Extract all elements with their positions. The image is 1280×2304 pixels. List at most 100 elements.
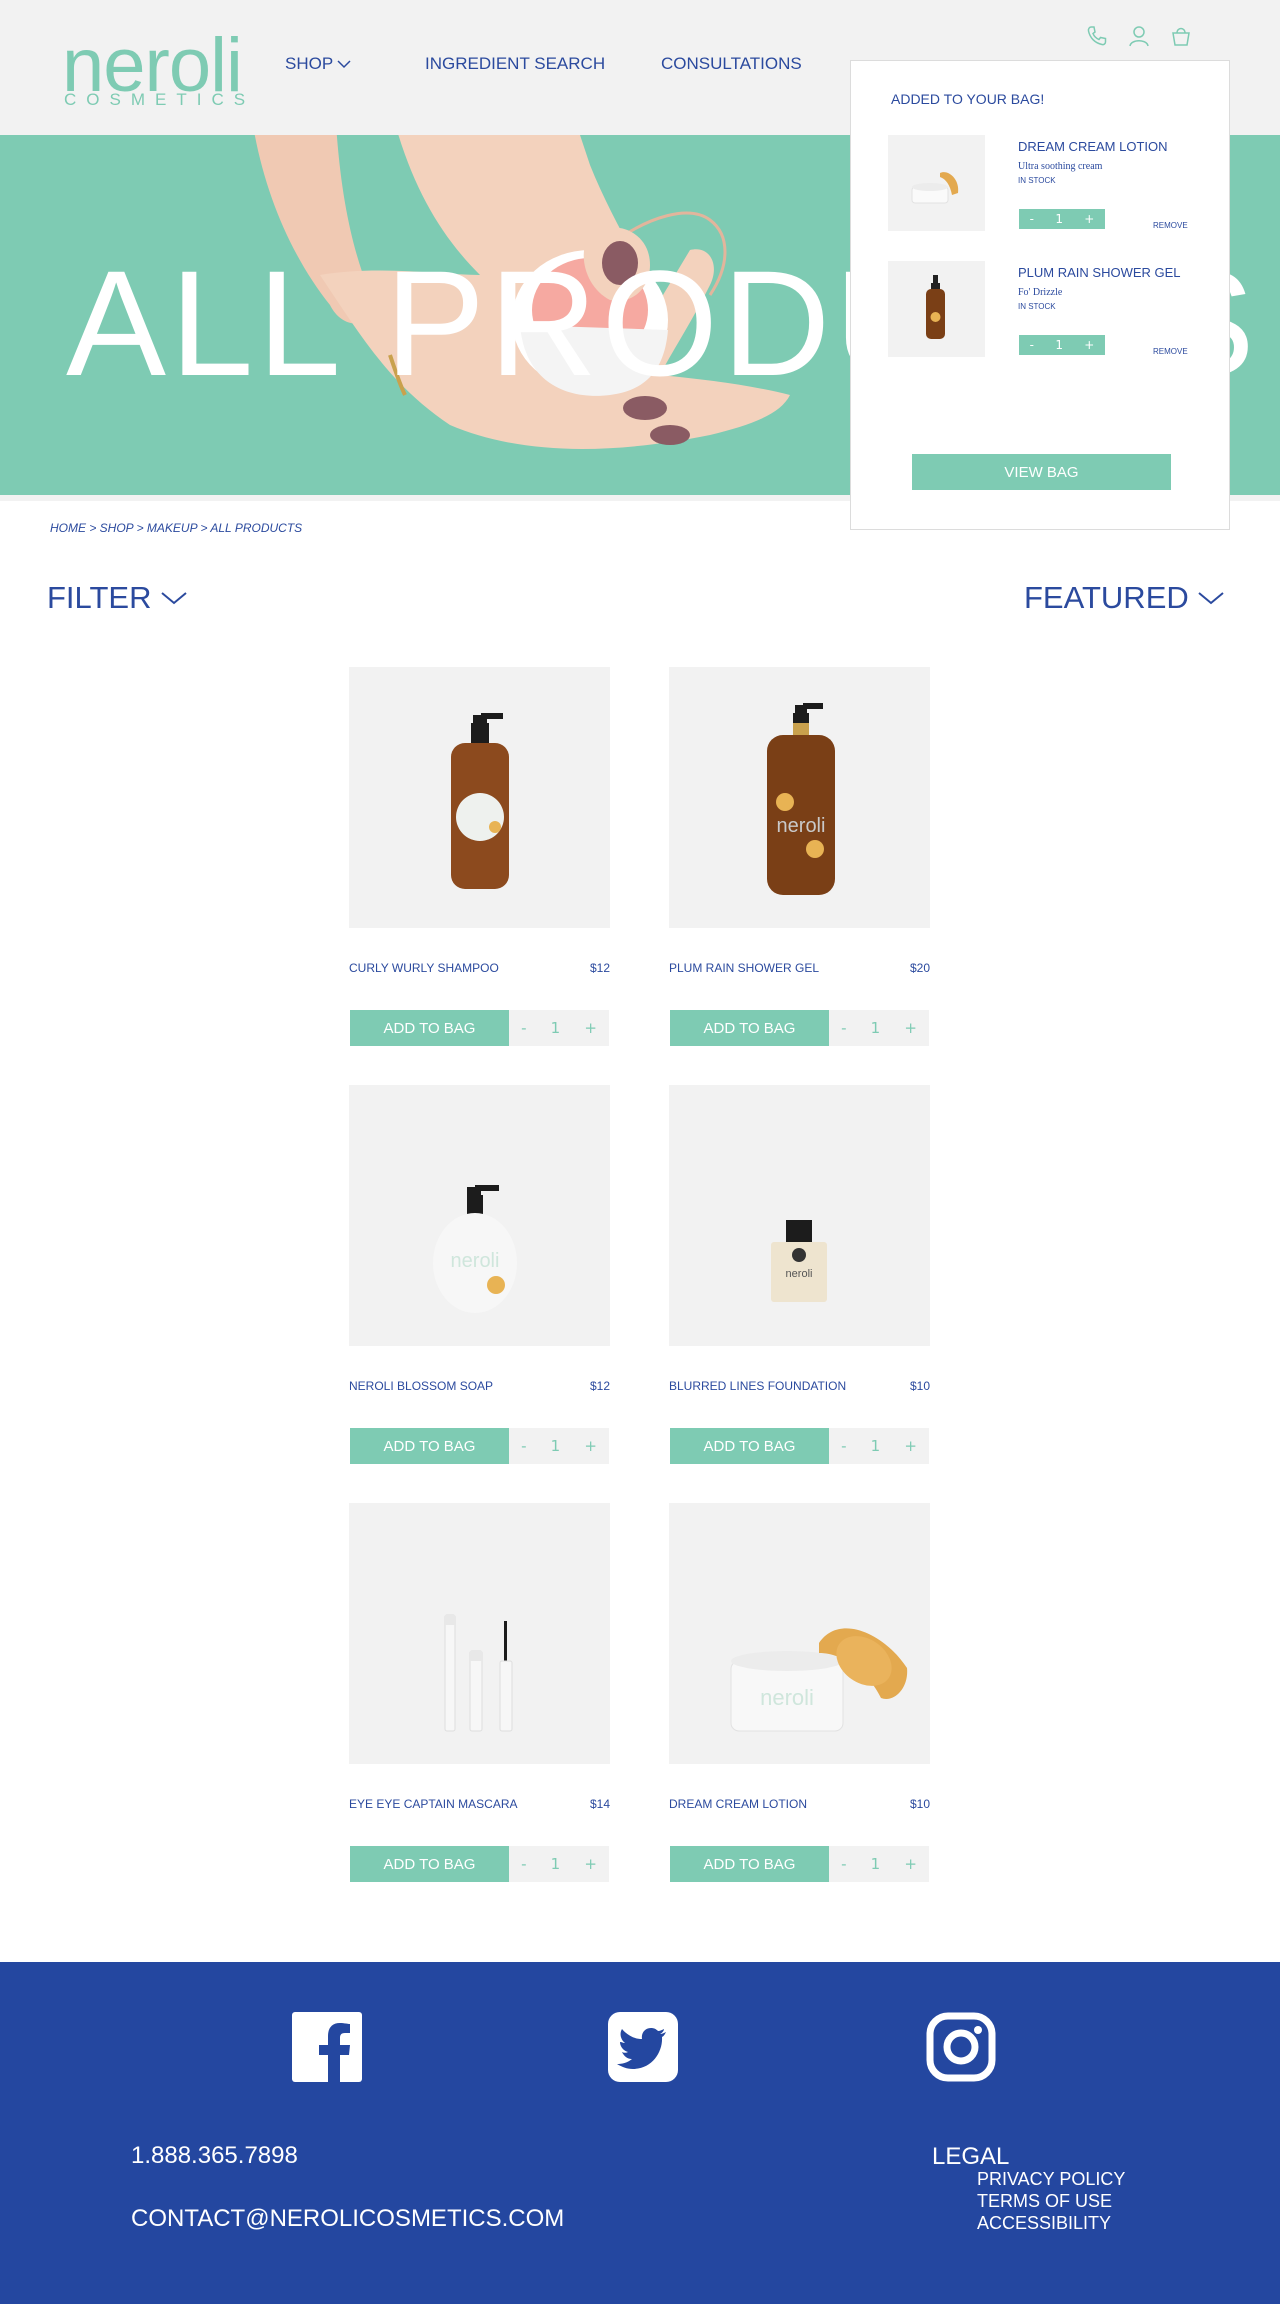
footer-email[interactable]: CONTACT@NEROLICOSMETICS.COM [131,2205,564,2233]
bag-item-description: Ultra soothing cream [1018,161,1103,172]
svg-text:neroli: neroli [451,1250,500,1272]
chevron-down-icon [160,592,187,605]
product-price: $20 [909,961,930,975]
add-to-bag-button[interactable]: ADD TO BAG [670,1010,829,1046]
qty-plus-button[interactable]: + [584,1855,597,1873]
filter-dropdown[interactable]: FILTER [47,580,188,616]
account-icon[interactable] [1127,24,1151,48]
twitter-icon[interactable] [608,2012,678,2082]
qty-plus-button[interactable]: + [584,1437,597,1455]
qty-minus-button[interactable]: - [1030,338,1034,352]
product-price: $10 [909,1379,930,1393]
nav-ingredient-search-label: INGREDIENT SEARCH [425,54,606,73]
bag-item-remove-link[interactable]: REMOVE [1153,347,1188,356]
sort-dropdown[interactable]: FEATURED [1024,580,1225,616]
qty-plus-button[interactable]: + [1084,338,1094,352]
phone-icon[interactable] [1085,24,1109,48]
qty-plus-button[interactable]: + [1084,212,1094,226]
qty-value: 1 [550,1437,561,1455]
qty-minus-button[interactable]: - [841,1437,846,1455]
qty-minus-button[interactable]: - [521,1855,526,1873]
quantity-stepper: - 1 + [509,1846,609,1882]
svg-text:neroli: neroli [760,1685,814,1710]
product-card: neroli NEROLI BLOSSOM SOAP $12 ADD TO BA… [349,1085,610,1465]
product-name[interactable]: NEROLI BLOSSOM SOAP [349,1379,493,1393]
quantity-stepper: - 1 + [829,1846,929,1882]
bag-item-name[interactable]: PLUM RAIN SHOWER GEL [1018,265,1181,280]
qty-value: 1 [550,1855,561,1873]
chevron-down-icon [1198,592,1224,605]
bag-icon[interactable] [1169,24,1193,48]
added-to-bag-popup: ADDED TO YOUR BAG! DREAM CREAM LOTION Ul… [850,60,1230,530]
product-name[interactable]: DREAM CREAM LOTION [669,1797,807,1811]
qty-minus-button[interactable]: - [841,1855,846,1873]
qty-plus-button[interactable]: + [584,1019,597,1037]
nav-shop[interactable]: SHOP [285,54,351,74]
bag-item-description: Fo' Drizzle [1018,287,1063,298]
add-to-bag-button[interactable]: ADD TO BAG [670,1846,829,1882]
product-name[interactable]: CURLY WURLY SHAMPOO [349,961,499,975]
view-bag-button[interactable]: VIEW BAG [912,454,1171,490]
nav-consultations-label: CONSULTATIONS [661,54,802,73]
product-image[interactable]: neroli [669,1503,930,1764]
product-image[interactable] [349,1503,610,1764]
svg-text:neroli: neroli [777,815,826,837]
facebook-icon[interactable] [292,2012,362,2082]
qty-minus-button[interactable]: - [521,1019,526,1037]
site-footer: 1.888.365.7898 CONTACT@NEROLICOSMETICS.C… [0,1962,1280,2304]
bag-item: DREAM CREAM LOTION Ultra soothing cream … [888,135,1208,235]
product-name[interactable]: PLUM RAIN SHOWER GEL [669,961,819,975]
terms-of-use-link[interactable]: TERMS OF USE [977,2190,1125,2212]
product-image[interactable]: neroli [669,667,930,928]
add-to-bag-button[interactable]: ADD TO BAG [670,1428,829,1464]
bag-item-name[interactable]: DREAM CREAM LOTION [1018,139,1168,154]
bag-popup-title: ADDED TO YOUR BAG! [891,91,1045,107]
product-name[interactable]: EYE EYE CAPTAIN MASCARA [349,1797,518,1811]
quantity-stepper: - 1 + [829,1010,929,1046]
add-to-bag-button[interactable]: ADD TO BAG [350,1010,509,1046]
product-image[interactable] [349,667,610,928]
qty-minus-button[interactable]: - [841,1019,846,1037]
bag-item-stock: IN STOCK [1018,176,1056,185]
product-card: neroli PLUM RAIN SHOWER GEL $20 ADD TO B… [669,667,930,1047]
brand-logo[interactable]: neroli COSMETICS [62,28,262,110]
product-price: $10 [909,1797,930,1811]
product-image[interactable]: neroli [669,1085,930,1346]
qty-plus-button[interactable]: + [904,1855,917,1873]
bag-item-thumbnail[interactable] [888,135,985,231]
add-to-bag-button[interactable]: ADD TO BAG [350,1428,509,1464]
filter-label: FILTER [47,580,152,615]
qty-plus-button[interactable]: + [904,1019,917,1037]
quantity-stepper: - 1 + [829,1428,929,1464]
privacy-policy-link[interactable]: PRIVACY POLICY [977,2168,1125,2190]
bag-item-thumbnail[interactable] [888,261,985,357]
quantity-stepper: - 1 + [509,1428,609,1464]
quantity-stepper: - 1 + [509,1010,609,1046]
product-card: neroli DREAM CREAM LOTION $10 ADD TO BAG… [669,1503,930,1883]
qty-minus-button[interactable]: - [1030,212,1034,226]
logo-subtitle: COSMETICS [64,90,256,109]
bag-item-quantity-stepper: - 1 + [1019,335,1105,355]
breadcrumb[interactable]: HOME > SHOP > MAKEUP > ALL PRODUCTS [50,521,302,535]
product-card: EYE EYE CAPTAIN MASCARA $14 ADD TO BAG -… [349,1503,610,1883]
add-to-bag-button[interactable]: ADD TO BAG [350,1846,509,1882]
qty-plus-button[interactable]: + [904,1437,917,1455]
qty-value: 1 [870,1019,881,1037]
product-image[interactable]: neroli [349,1085,610,1346]
product-price: $14 [589,1797,610,1811]
product-name[interactable]: BLURRED LINES FOUNDATION [669,1379,846,1393]
sort-label: FEATURED [1024,580,1189,615]
header-icons [1085,24,1193,48]
nav-ingredient-search[interactable]: INGREDIENT SEARCH [425,54,605,74]
accessibility-link[interactable]: ACCESSIBILITY [977,2212,1125,2234]
bag-item-quantity-stepper: - 1 + [1019,209,1105,229]
qty-value: 1 [1055,338,1063,352]
qty-value: 1 [870,1437,881,1455]
nav-consultations[interactable]: CONSULTATIONS [661,54,802,74]
product-card: neroli BLURRED LINES FOUNDATION $10 ADD … [669,1085,930,1465]
bag-item-remove-link[interactable]: REMOVE [1153,221,1188,230]
footer-phone[interactable]: 1.888.365.7898 [131,2142,298,2170]
instagram-icon[interactable] [926,2012,996,2082]
qty-minus-button[interactable]: - [521,1437,526,1455]
product-price: $12 [589,1379,610,1393]
